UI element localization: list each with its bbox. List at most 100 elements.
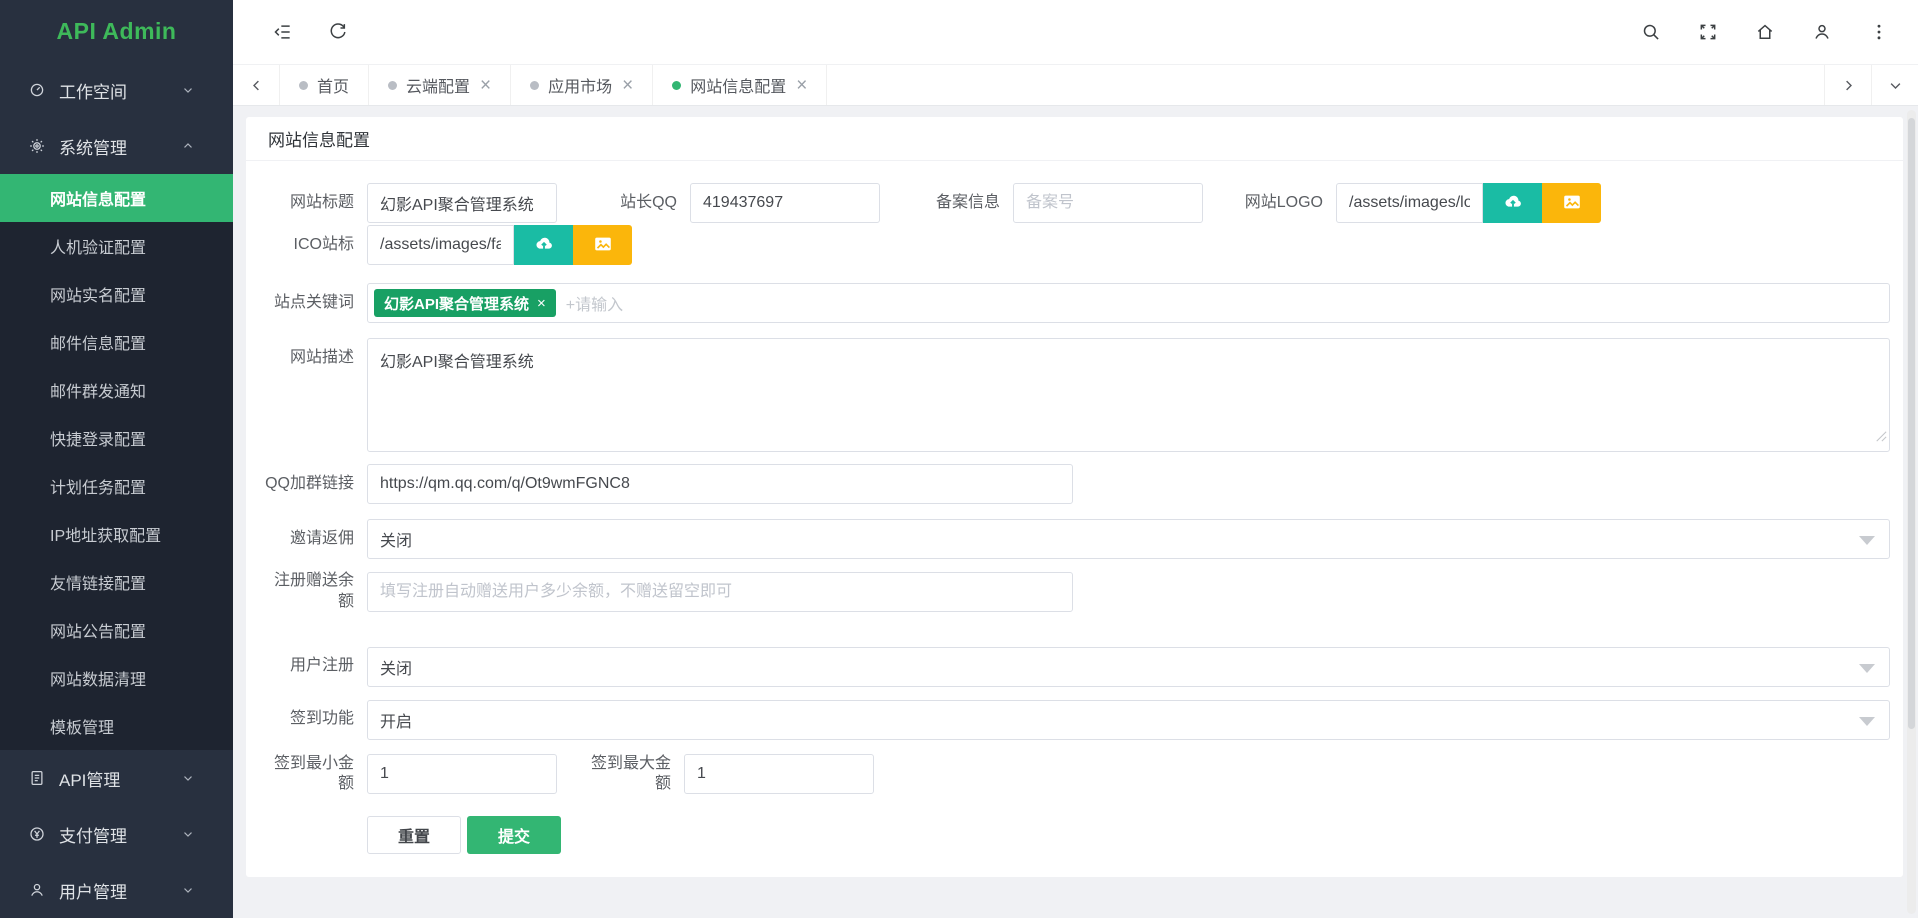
sidebar-item-quick-login[interactable]: 快捷登录配置: [0, 414, 233, 462]
sidebar-item-label: 人机验证配置: [50, 234, 146, 258]
scrollbar-thumb[interactable]: [1908, 118, 1915, 729]
caret-down-icon: [1859, 536, 1875, 545]
user-avatar-icon[interactable]: [1811, 21, 1833, 43]
sidebar-item-data-clean[interactable]: 网站数据清理: [0, 654, 233, 702]
cloud-upload-icon: [1502, 191, 1524, 216]
sidebar-item-template[interactable]: 模板管理: [0, 702, 233, 750]
sidebar-item-label: 网站数据清理: [50, 666, 146, 690]
keywords-placeholder: +请输入: [566, 291, 623, 315]
field-signin-min: 签到最小金额: [264, 754, 557, 796]
select-value: 关闭: [380, 655, 412, 679]
keywords-tag-input[interactable]: 幻影API聚合管理系统 × +请输入: [367, 283, 1890, 323]
field-label: 签到功能: [264, 709, 354, 730]
field-signin-max: 签到最大金额: [581, 754, 874, 796]
favicon-input-group: [367, 225, 632, 265]
sidebar-item-label: 系统管理: [59, 134, 127, 159]
sidebar-item-ip-config[interactable]: IP地址获取配置: [0, 510, 233, 558]
tab-app-market[interactable]: 应用市场 ×: [511, 65, 653, 105]
chevron-up-icon: [181, 139, 195, 153]
form-row-favicon: ICO站标: [264, 225, 1890, 265]
chevron-down-icon: [181, 827, 195, 841]
resize-grip-icon[interactable]: [1875, 429, 1887, 447]
close-icon[interactable]: ×: [796, 76, 807, 95]
tab-site-info-config[interactable]: 网站信息配置 ×: [653, 65, 827, 105]
favicon-preview-button[interactable]: [573, 225, 632, 265]
tabs-dropdown-button[interactable]: [1871, 65, 1918, 105]
refresh-icon[interactable]: [327, 21, 349, 43]
tab-label: 首页: [317, 73, 349, 97]
description-textarea[interactable]: 幻影API聚合管理系统: [367, 338, 1890, 452]
field-site-title: 网站标题: [264, 183, 557, 223]
yen-circle-icon: [27, 824, 47, 844]
tab-label: 应用市场: [548, 73, 612, 97]
register-bonus-input[interactable]: [367, 572, 1073, 612]
favicon-path-input[interactable]: [367, 225, 514, 265]
chevron-down-icon: [181, 883, 195, 897]
tab-home[interactable]: 首页: [280, 65, 369, 105]
menu-fold-icon[interactable]: [272, 21, 294, 43]
top-header: [233, 0, 1918, 65]
sidebar-item-realname[interactable]: 网站实名配置: [0, 270, 233, 318]
header-right-actions: [1640, 21, 1918, 43]
sidebar-item-label: 网站信息配置: [50, 186, 146, 210]
form-row-signin-amounts: 签到最小金额 签到最大金额: [264, 754, 1890, 796]
keyword-tag: 幻影API聚合管理系统 ×: [374, 289, 556, 317]
app-logo[interactable]: API Admin: [0, 0, 233, 62]
logo-upload-button[interactable]: [1483, 183, 1542, 223]
icp-input[interactable]: [1013, 183, 1203, 223]
vertical-scrollbar[interactable]: [1907, 110, 1916, 914]
close-icon[interactable]: ×: [480, 76, 491, 95]
select-value: 开启: [380, 708, 412, 732]
sidebar-item-api[interactable]: API管理: [0, 750, 233, 806]
tab-dot: [388, 81, 397, 90]
tabs-scroll-right-button[interactable]: [1824, 65, 1871, 105]
sidebar-item-mail-info[interactable]: 邮件信息配置: [0, 318, 233, 366]
qq-group-link-input[interactable]: [367, 464, 1073, 504]
field-label: 邀请返佣: [264, 529, 354, 550]
signin-max-input[interactable]: [684, 754, 874, 794]
tab-dot: [530, 81, 539, 90]
signin-min-input[interactable]: [367, 754, 557, 794]
tabbar-spacer: [827, 65, 1824, 105]
user-icon: [27, 880, 47, 900]
field-label: ICO站标: [264, 235, 354, 256]
logo-path-input[interactable]: [1336, 183, 1483, 223]
sidebar-item-system[interactable]: 系统管理: [0, 118, 233, 174]
sidebar-item-captcha[interactable]: 人机验证配置: [0, 222, 233, 270]
sidebar-item-label: 邮件群发通知: [50, 378, 146, 402]
sidebar-item-announcement[interactable]: 网站公告配置: [0, 606, 233, 654]
search-icon[interactable]: [1640, 21, 1662, 43]
tabs-scroll-left-button[interactable]: [233, 65, 280, 105]
close-icon[interactable]: ×: [622, 76, 633, 95]
tab-cloud-config[interactable]: 云端配置 ×: [369, 65, 511, 105]
field-label: 站点关键词: [264, 293, 354, 314]
webmaster-qq-input[interactable]: [690, 183, 880, 223]
site-info-form: 网站标题 站长QQ 备案信息 网站LOGO: [246, 161, 1903, 854]
reset-button[interactable]: 重置: [367, 816, 461, 854]
signin-select[interactable]: 开启: [367, 700, 1890, 740]
user-register-select[interactable]: 关闭: [367, 647, 1890, 687]
submit-button[interactable]: 提交: [467, 816, 561, 854]
sidebar-submenu-system: 网站信息配置 人机验证配置 网站实名配置 邮件信息配置 邮件群发通知 快捷登录配…: [0, 174, 233, 750]
sidebar-item-friend-links[interactable]: 友情链接配置: [0, 558, 233, 606]
logo-input-group: [1336, 183, 1601, 223]
home-icon[interactable]: [1754, 21, 1776, 43]
site-title-input[interactable]: [367, 183, 557, 223]
form-row-basic: 网站标题 站长QQ 备案信息 网站LOGO: [264, 183, 1890, 223]
image-icon: [1561, 191, 1583, 216]
tag-close-icon[interactable]: ×: [537, 296, 546, 311]
kebab-menu-icon[interactable]: [1868, 21, 1890, 43]
sidebar-item-workspace[interactable]: 工作空间: [0, 62, 233, 118]
sidebar-item-payment[interactable]: 支付管理: [0, 806, 233, 862]
card-title: 网站信息配置: [246, 117, 1903, 161]
tab-bar: 首页 云端配置 × 应用市场 × 网站信息配置 ×: [233, 65, 1918, 106]
invite-rebate-select[interactable]: 关闭: [367, 519, 1890, 559]
field-icp-info: 备案信息: [910, 183, 1203, 223]
fullscreen-icon[interactable]: [1697, 21, 1719, 43]
sidebar-item-cron-task[interactable]: 计划任务配置: [0, 462, 233, 510]
sidebar-item-mail-bulk[interactable]: 邮件群发通知: [0, 366, 233, 414]
logo-preview-button[interactable]: [1542, 183, 1601, 223]
sidebar-item-users[interactable]: 用户管理: [0, 862, 233, 918]
sidebar-item-site-info[interactable]: 网站信息配置: [0, 174, 233, 222]
favicon-upload-button[interactable]: [514, 225, 573, 265]
